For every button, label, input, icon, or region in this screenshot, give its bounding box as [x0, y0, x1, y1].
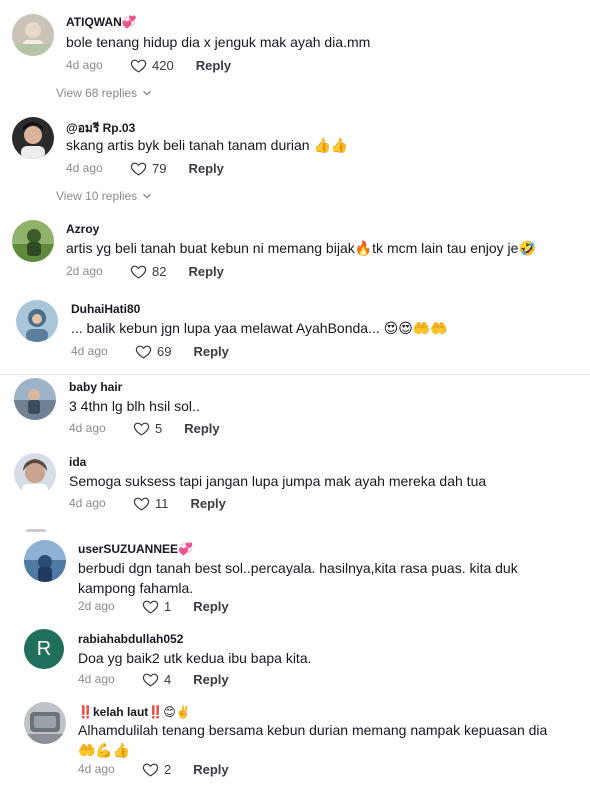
like-button[interactable]: 5 — [133, 420, 162, 437]
avatar[interactable] — [16, 300, 58, 342]
comment-text: ... balik kebun jgn lupa yaa melawat Aya… — [71, 320, 448, 336]
divider — [0, 374, 590, 375]
like-count: 82 — [152, 263, 167, 279]
comment-username[interactable]: baby hair — [69, 380, 122, 394]
reply-button[interactable]: Reply — [188, 161, 223, 176]
comment-text: bole tenang hidup dia x jenguk mak ayah … — [66, 34, 371, 50]
comment-date: 4d ago — [71, 344, 108, 358]
comment-date: 4d ago — [69, 496, 106, 510]
view-replies-button[interactable]: View 68 replies — [56, 86, 152, 100]
view-replies-button[interactable]: View 10 replies — [56, 189, 152, 203]
chevron-down-icon — [143, 90, 152, 96]
comment-text: skang artis byk beli tanah tanam durian … — [66, 137, 349, 153]
avatar[interactable] — [12, 220, 54, 262]
comment-date: 4d ago — [66, 161, 103, 175]
comment-username[interactable]: DuhaiHati80 — [71, 302, 140, 316]
heart-outline-icon — [130, 265, 147, 279]
comment-username[interactable]: ida — [69, 455, 86, 469]
like-button[interactable]: 11 — [133, 495, 169, 512]
like-count: 79 — [152, 160, 167, 176]
avatar[interactable] — [12, 117, 54, 159]
avatar[interactable] — [14, 378, 56, 420]
comment-text: artis yg beli tanah buat kebun ni memang… — [66, 240, 536, 256]
comment-date: 2d ago — [78, 599, 115, 613]
comment-text: 3 4thn lg blh hsil sol.. — [69, 398, 200, 414]
comment-username[interactable]: Azroy — [66, 222, 99, 236]
reply-button[interactable]: Reply — [193, 599, 228, 614]
heart-outline-icon — [133, 497, 150, 511]
view-replies-label: View 68 replies — [56, 86, 138, 100]
comment-date: 4d ago — [78, 762, 115, 776]
reply-button[interactable]: Reply — [196, 58, 231, 73]
like-count: 1 — [164, 598, 172, 614]
like-button[interactable]: 2 — [142, 761, 171, 778]
comment-text: Semoga suksess tapi jangan lupa jumpa ma… — [69, 473, 487, 489]
avatar[interactable] — [12, 14, 54, 56]
reply-button[interactable]: Reply — [193, 762, 228, 777]
reply-button[interactable]: Reply — [193, 344, 228, 359]
comment-date: 2d ago — [66, 264, 103, 278]
comment-text: Doa yg baik2 utk kedua ibu bapa kita. — [78, 650, 312, 666]
reply-button[interactable]: Reply — [184, 421, 219, 436]
like-button[interactable]: 79 — [130, 160, 166, 177]
chevron-down-icon — [143, 193, 152, 199]
clipped-avatar-edge — [26, 529, 46, 532]
avatar-letter: R — [36, 637, 52, 660]
heart-outline-icon — [142, 673, 159, 687]
comment-date: 4d ago — [66, 58, 103, 72]
comment-text: berbudi dgn tanah best sol..percayala. h… — [78, 560, 518, 596]
like-button[interactable]: 420 — [130, 57, 174, 74]
avatar[interactable] — [14, 453, 56, 495]
avatar[interactable] — [24, 540, 66, 582]
like-button[interactable]: 4 — [142, 671, 171, 688]
heart-outline-icon — [135, 345, 152, 359]
reply-button[interactable]: Reply — [191, 496, 226, 511]
comment-date: 4d ago — [78, 672, 115, 686]
like-button[interactable]: 82 — [130, 263, 166, 280]
heart-outline-icon — [142, 600, 159, 614]
heart-outline-icon — [133, 422, 150, 436]
heart-outline-icon — [130, 162, 147, 176]
like-count: 4 — [164, 671, 172, 687]
comment-username[interactable]: rabiahabdullah052 — [78, 632, 183, 646]
reply-button[interactable]: Reply — [188, 264, 223, 279]
avatar[interactable]: R — [24, 629, 64, 669]
like-button[interactable]: 69 — [135, 343, 171, 360]
like-count: 11 — [155, 495, 169, 511]
comment-username[interactable]: ATIQWAN💞 — [66, 15, 137, 29]
heart-outline-icon — [142, 763, 159, 777]
avatar[interactable] — [24, 702, 66, 744]
like-count: 69 — [157, 343, 172, 359]
comment-username[interactable]: ‼️kelah laut‼️😊✌️ — [78, 705, 191, 719]
reply-button[interactable]: Reply — [193, 672, 228, 687]
like-count: 420 — [152, 57, 174, 73]
like-button[interactable]: 1 — [142, 598, 171, 615]
comment-date: 4d ago — [69, 421, 106, 435]
heart-outline-icon — [130, 59, 147, 73]
comment-username[interactable]: userSUZUANNEE💞 — [78, 542, 193, 556]
view-replies-label: View 10 replies — [56, 189, 138, 203]
comment-text: Alhamdulilah tenang bersama kebun durian… — [78, 722, 548, 758]
like-count: 5 — [155, 420, 163, 436]
like-count: 2 — [164, 761, 172, 777]
